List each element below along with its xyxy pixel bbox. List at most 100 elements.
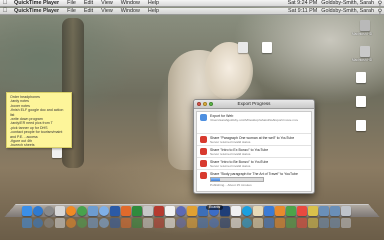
file-icon-2[interactable] bbox=[238, 42, 248, 53]
spotlight-icon[interactable]: ⚲ bbox=[376, 0, 384, 7]
dock-reflection-item bbox=[165, 218, 175, 228]
clock[interactable]: Sat 9:11 PM bbox=[286, 8, 319, 14]
imovie-icon[interactable] bbox=[176, 206, 186, 216]
window-titlebar[interactable]: Export Progress bbox=[194, 100, 314, 109]
menu-app-name[interactable]: QuickTime Player bbox=[10, 0, 63, 6]
dock-reflection-item bbox=[253, 218, 263, 228]
documents-icon[interactable] bbox=[330, 206, 340, 216]
garageband-icon[interactable] bbox=[187, 206, 197, 216]
trash-icon[interactable] bbox=[341, 206, 351, 216]
photos-icon[interactable] bbox=[308, 206, 318, 216]
folder-icon[interactable] bbox=[356, 72, 366, 83]
file-icon-3[interactable] bbox=[52, 147, 62, 158]
preview-icon[interactable] bbox=[143, 206, 153, 216]
doc-icon[interactable] bbox=[356, 96, 366, 107]
dock-reflection-item bbox=[286, 218, 296, 228]
dock-reflection-item bbox=[44, 218, 54, 228]
word-icon[interactable] bbox=[110, 206, 120, 216]
file-icon[interactable] bbox=[262, 42, 272, 53]
zoom-icon[interactable] bbox=[209, 102, 213, 106]
dock-reflection-item bbox=[176, 218, 186, 228]
export-job[interactable]: Export for Web /Users/sarahgoldsby-smith… bbox=[197, 112, 311, 134]
hd-icon[interactable] bbox=[360, 20, 370, 31]
safari-icon[interactable] bbox=[33, 206, 43, 216]
firefox-icon[interactable] bbox=[66, 206, 76, 216]
export-progress-window: Export Progress Export for Web /Users/sa… bbox=[193, 99, 315, 194]
dock-reflection-item bbox=[22, 218, 32, 228]
sticky-line: -finish ELF google doc and action list bbox=[10, 108, 64, 117]
dock bbox=[22, 198, 362, 216]
spotlight-icon[interactable]: ⚲ bbox=[376, 8, 384, 15]
dock-reflection-item bbox=[220, 218, 230, 228]
apple-menu-icon[interactable]:  bbox=[0, 8, 10, 14]
youtube-icon bbox=[200, 160, 207, 167]
menu-view[interactable]: View bbox=[97, 0, 117, 6]
job-status: /Users/sarahgoldsby-smith/Desktop/whatst… bbox=[210, 118, 299, 123]
menu-window[interactable]: Window bbox=[117, 0, 144, 6]
menu-help[interactable]: Help bbox=[144, 8, 163, 14]
menu-file[interactable]: File bbox=[63, 0, 80, 6]
pages-icon[interactable] bbox=[275, 206, 285, 216]
dock-reflection-item bbox=[154, 218, 164, 228]
finder-icon[interactable] bbox=[22, 206, 32, 216]
sticky-line: -bueech sheets bbox=[10, 143, 35, 148]
dock-reflection-item bbox=[319, 218, 329, 228]
calendar-icon[interactable] bbox=[297, 206, 307, 216]
dock-reflection-item bbox=[77, 218, 87, 228]
export-job[interactable]: Share "Paragraph One woman at the well" … bbox=[197, 134, 311, 146]
sticky-note[interactable]: Order headphones -tardy notes -boxer not… bbox=[6, 92, 72, 148]
ical-date-icon[interactable] bbox=[165, 206, 175, 216]
user-menu[interactable]: Goldsby-Smith, Sarah bbox=[319, 0, 376, 6]
dock-reflection-item bbox=[66, 218, 76, 228]
menu-edit[interactable]: Edit bbox=[80, 0, 97, 6]
dock-reflection-item bbox=[132, 218, 142, 228]
dock-reflection-item bbox=[121, 218, 131, 228]
textedit-icon[interactable] bbox=[231, 206, 241, 216]
dock-reflection-item bbox=[33, 218, 43, 228]
downloads-icon[interactable] bbox=[319, 206, 329, 216]
dock-reflection-item bbox=[330, 218, 340, 228]
dock-reflection-item bbox=[110, 218, 120, 228]
dock-reflection-item bbox=[187, 218, 197, 228]
menu-view[interactable]: View bbox=[97, 8, 117, 14]
user-menu[interactable]: Goldsby-Smith, Sarah bbox=[319, 8, 376, 14]
clock[interactable]: Sat 9:24 PM bbox=[286, 0, 320, 6]
disk-icon[interactable] bbox=[360, 46, 370, 57]
doc-icon-2[interactable] bbox=[356, 120, 366, 131]
export-job-list: Export for Web /Users/sarahgoldsby-smith… bbox=[196, 111, 312, 192]
numbers-icon[interactable] bbox=[286, 206, 296, 216]
itunes-icon[interactable] bbox=[99, 206, 109, 216]
dock-reflection-item bbox=[231, 218, 241, 228]
excel-icon[interactable] bbox=[132, 206, 142, 216]
ecards-icon[interactable] bbox=[253, 206, 263, 216]
ical-icon[interactable] bbox=[55, 206, 65, 216]
keynote-icon[interactable] bbox=[264, 206, 274, 216]
web-export-icon bbox=[200, 114, 207, 121]
export-job[interactable]: Share "Body paragraph for The Art of Tra… bbox=[197, 170, 311, 187]
menu-window[interactable]: Window bbox=[117, 8, 144, 14]
menu-bar:  QuickTime Player File Edit View Window… bbox=[0, 0, 384, 7]
apple-menu-icon[interactable]:  bbox=[0, 0, 10, 6]
youtube-icon bbox=[200, 136, 207, 143]
dock-reflection bbox=[22, 218, 362, 236]
export-job[interactable]: Share "Intro to Ex Bonzo" to YouTube Ser… bbox=[197, 146, 311, 158]
menu-file[interactable]: File bbox=[63, 8, 80, 14]
minimize-icon[interactable] bbox=[203, 102, 207, 106]
disk-label: Macintosh HD bbox=[352, 58, 373, 62]
menu-help[interactable]: Help bbox=[144, 0, 163, 6]
menu-app-name[interactable]: QuickTime Player bbox=[10, 8, 63, 14]
skype-icon[interactable] bbox=[242, 206, 252, 216]
system-preferences-icon[interactable] bbox=[44, 206, 54, 216]
close-icon[interactable] bbox=[197, 102, 201, 106]
youtube-icon bbox=[200, 148, 207, 155]
chrome-icon[interactable] bbox=[77, 206, 87, 216]
dock-reflection-item bbox=[275, 218, 285, 228]
job-status: Publishing... About 15 minutes bbox=[210, 182, 252, 187]
export-job[interactable]: Share "Intro to Be Bonzo" to YouTube Ser… bbox=[197, 158, 311, 170]
menu-edit[interactable]: Edit bbox=[80, 8, 97, 14]
mail-icon[interactable] bbox=[88, 206, 98, 216]
dock-reflection-item bbox=[198, 218, 208, 228]
powerpoint-icon[interactable] bbox=[121, 206, 131, 216]
dock-reflection-item bbox=[55, 218, 65, 228]
photo-booth-icon[interactable] bbox=[154, 206, 164, 216]
